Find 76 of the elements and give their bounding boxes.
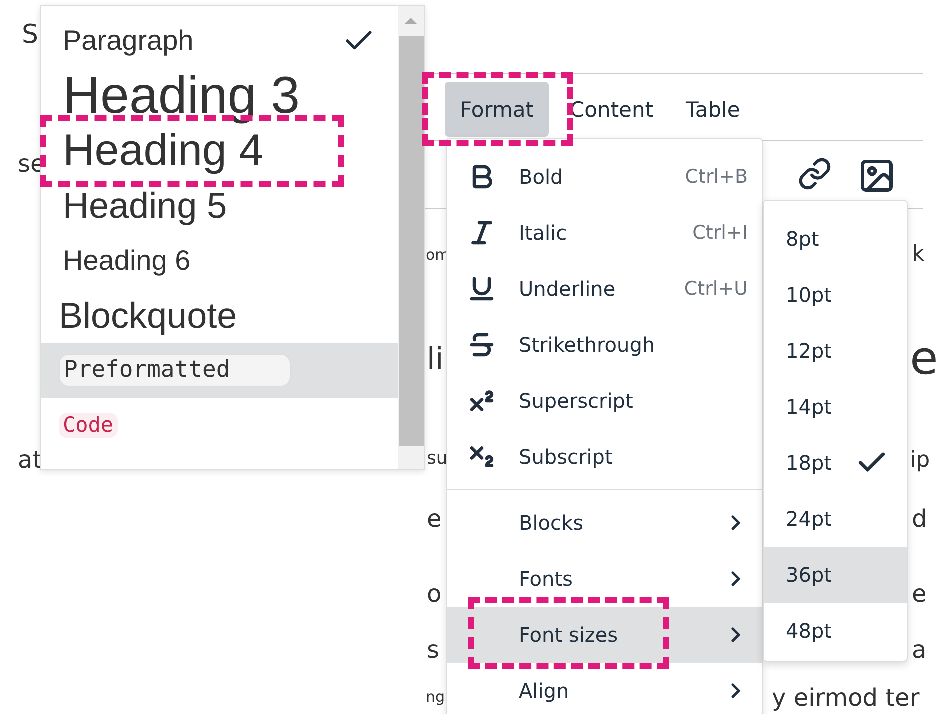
link-icon[interactable] bbox=[798, 157, 832, 191]
menubar-item[interactable]: Format bbox=[445, 82, 550, 137]
editor-text: at bbox=[18, 448, 42, 472]
menu-item-label: Underline bbox=[519, 277, 617, 301]
menu-item[interactable]: Italic Ctrl+I bbox=[447, 205, 762, 261]
block-format-label: Heading 4 bbox=[63, 128, 264, 172]
scroll-up-icon[interactable] bbox=[405, 18, 417, 24]
block-format-item[interactable]: Blockquote bbox=[41, 288, 398, 343]
menu-item-label: Strikethrough bbox=[519, 333, 656, 357]
block-format-item[interactable]: Heading 4 bbox=[41, 123, 398, 178]
editor-text: d bbox=[912, 507, 928, 531]
block-format-item[interactable]: Heading 5 bbox=[41, 178, 398, 233]
font-size-item[interactable]: 18pt bbox=[764, 435, 907, 491]
menubar-item[interactable]: Table bbox=[671, 82, 756, 137]
block-format-item[interactable]: Paragraph bbox=[41, 13, 398, 68]
block-format-label: Paragraph bbox=[63, 26, 194, 54]
block-format-label: Code bbox=[59, 413, 118, 438]
menu-item-label: Font sizes bbox=[519, 623, 620, 647]
menu-item[interactable]: Fonts bbox=[447, 551, 762, 607]
menu-item-label: Fonts bbox=[519, 567, 574, 591]
font-size-item[interactable]: 12pt bbox=[764, 323, 907, 379]
font-size-label: 12pt bbox=[786, 339, 832, 363]
block-format-item[interactable]: Preformatted bbox=[41, 343, 398, 398]
editor-text: e bbox=[910, 335, 938, 381]
image-icon[interactable] bbox=[858, 157, 896, 195]
menu-item-label: Blocks bbox=[519, 511, 585, 535]
block-format-item[interactable]: Heading 6 bbox=[41, 233, 398, 288]
editor-text: k bbox=[912, 244, 925, 266]
editor-text: S bbox=[22, 22, 39, 48]
menu-item[interactable]: Bold Ctrl+B bbox=[447, 149, 762, 205]
editor-text: o bbox=[427, 582, 442, 606]
font-size-label: 14pt bbox=[786, 395, 832, 419]
font-size-label: 36pt bbox=[786, 563, 832, 587]
menu-item[interactable]: Strikethrough bbox=[447, 317, 762, 373]
editor-text: a bbox=[912, 638, 927, 662]
font-size-label: 18pt bbox=[786, 451, 832, 475]
shortcut-label: Ctrl+U bbox=[684, 278, 748, 300]
block-format-item[interactable]: Heading 3 bbox=[41, 68, 398, 123]
editor-text: s bbox=[427, 638, 440, 662]
editor-text: li bbox=[427, 345, 444, 375]
editor-text: ng bbox=[426, 690, 446, 705]
menu-item[interactable]: Underline Ctrl+U bbox=[447, 261, 762, 317]
menubar-item[interactable]: Content bbox=[555, 82, 669, 137]
font-size-item[interactable]: 8pt bbox=[764, 211, 907, 267]
menu-item[interactable]: Font sizes bbox=[447, 607, 762, 663]
menu-item-label: Align bbox=[519, 679, 570, 703]
editor-text: y eirmod ter bbox=[772, 686, 920, 710]
font-size-item[interactable]: 24pt bbox=[764, 491, 907, 547]
menu-item[interactable]: Superscript bbox=[447, 373, 762, 429]
font-size-item[interactable]: 48pt bbox=[764, 603, 907, 659]
font-size-label: 10pt bbox=[786, 283, 832, 307]
font-size-label: 24pt bbox=[786, 507, 832, 531]
font-size-item[interactable]: 36pt bbox=[764, 547, 907, 603]
menu-item[interactable]: Align bbox=[447, 663, 762, 714]
block-format-label: Preformatted bbox=[59, 354, 292, 387]
block-format-label: Blockquote bbox=[59, 298, 238, 334]
shortcut-label: Ctrl+B bbox=[685, 166, 748, 188]
editor-text: e bbox=[912, 582, 927, 606]
font-size-item[interactable]: 10pt bbox=[764, 267, 907, 323]
block-format-item[interactable]: Code bbox=[41, 398, 398, 453]
menu-item-label: Subscript bbox=[519, 445, 614, 469]
font-size-label: 8pt bbox=[786, 227, 820, 251]
shortcut-label: Ctrl+I bbox=[692, 222, 748, 244]
menu-item-label: Superscript bbox=[519, 389, 634, 413]
block-format-label: Heading 6 bbox=[63, 246, 191, 274]
font-size-label: 48pt bbox=[786, 619, 832, 643]
font-size-item[interactable]: 14pt bbox=[764, 379, 907, 435]
editor-text: ip bbox=[910, 450, 930, 472]
editor-text: su bbox=[427, 450, 448, 468]
menu-item[interactable]: Subscript bbox=[447, 429, 762, 485]
menu-item-label: Italic bbox=[519, 221, 568, 245]
block-format-label: Heading 3 bbox=[63, 70, 300, 122]
menu-item[interactable]: Blocks bbox=[447, 495, 762, 551]
editor-text: e bbox=[427, 507, 442, 531]
block-format-label: Heading 5 bbox=[63, 188, 228, 224]
menu-item-label: Bold bbox=[519, 165, 564, 189]
